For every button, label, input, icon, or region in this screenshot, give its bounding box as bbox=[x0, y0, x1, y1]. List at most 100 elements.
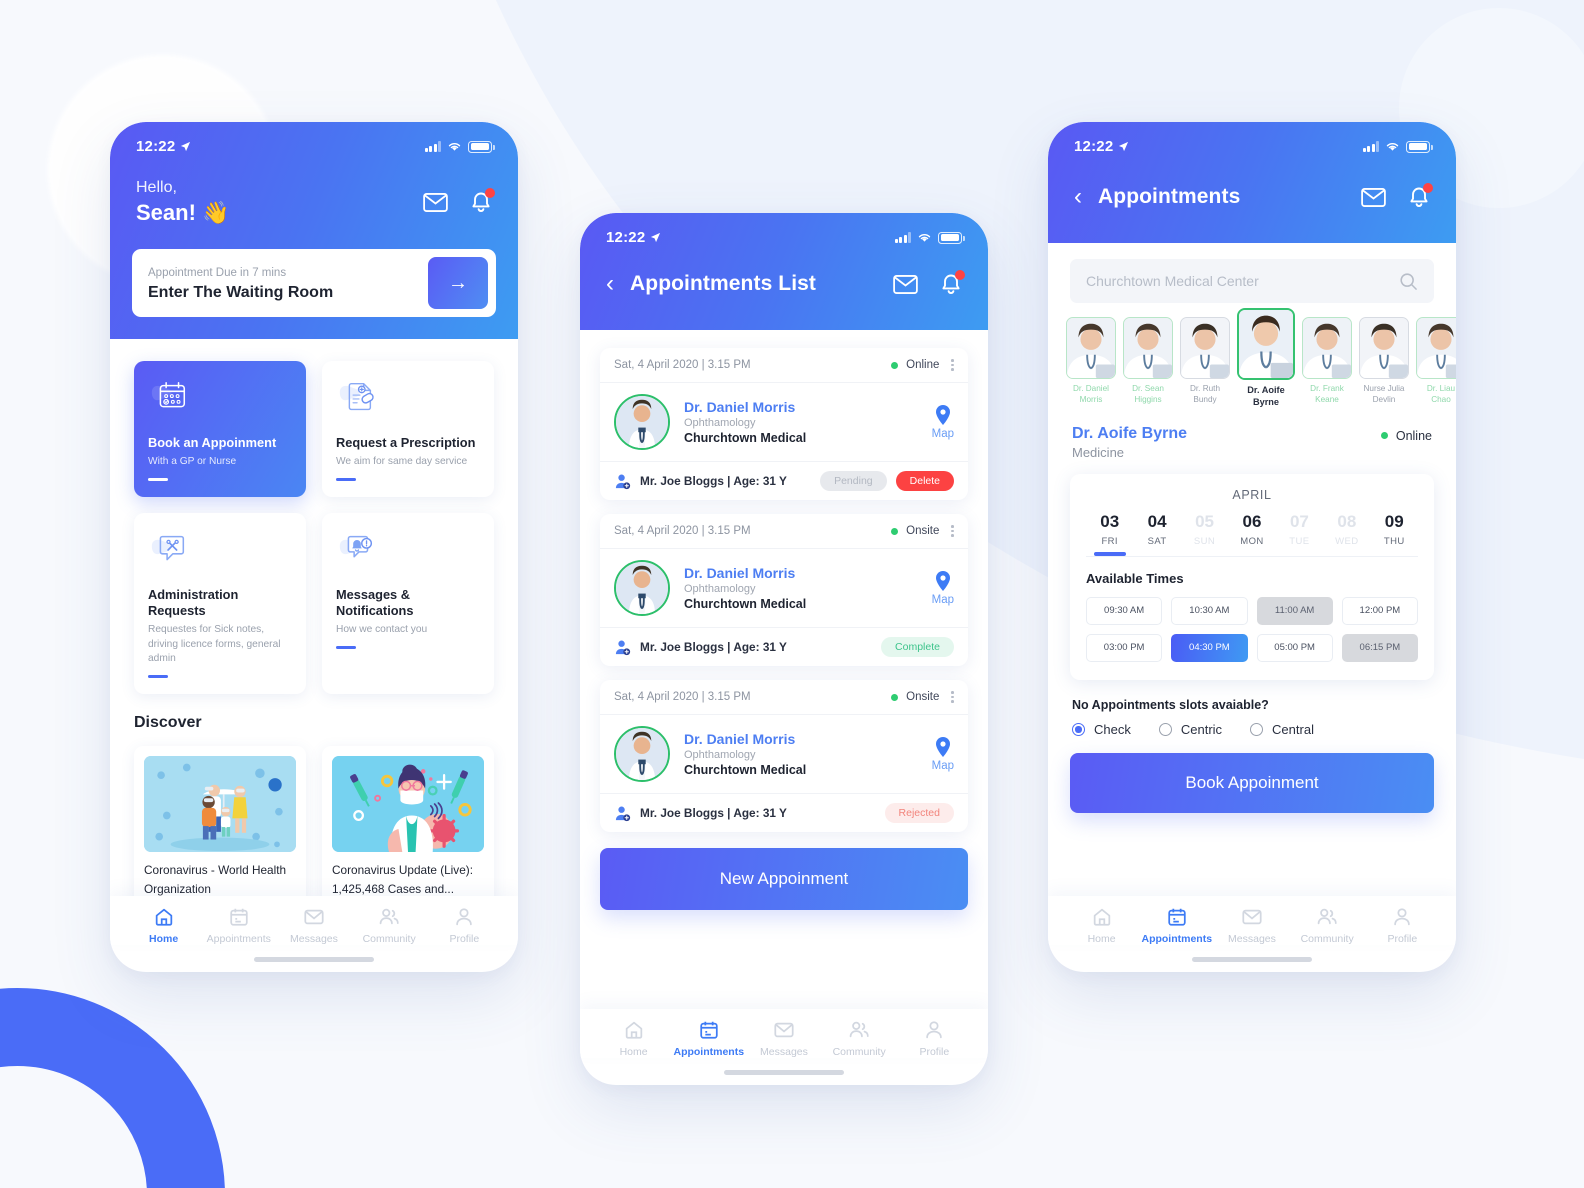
calendar-day[interactable]: 09 THU bbox=[1371, 512, 1418, 556]
time-slot[interactable]: 10:30 AM bbox=[1171, 596, 1248, 625]
mail-icon[interactable] bbox=[423, 192, 448, 212]
appointment-card[interactable]: Sat, 4 April 2020 | 3.15 PM Online Dr. D… bbox=[600, 348, 968, 500]
doctor-vaccine-illustration bbox=[332, 756, 484, 853]
tab-appointments[interactable]: Appointments bbox=[671, 1019, 746, 1058]
doctor-item[interactable]: Dr. Daniel Morris bbox=[1066, 317, 1116, 405]
search-bar[interactable] bbox=[1070, 259, 1434, 303]
time-slot[interactable]: 05:00 PM bbox=[1256, 633, 1333, 662]
calendar-day[interactable]: 06 MON bbox=[1228, 512, 1275, 556]
discover-card-title: Coronavirus Update (Live): 1,425,468 Cas… bbox=[332, 863, 473, 896]
calendar-day[interactable]: 03 FRI bbox=[1086, 512, 1133, 556]
tab-community[interactable]: Community bbox=[352, 906, 427, 945]
radio-circle-icon bbox=[1250, 722, 1264, 736]
back-button[interactable]: ‹ bbox=[606, 272, 614, 296]
delete-button[interactable]: Delete bbox=[895, 471, 954, 491]
radio-centric[interactable]: Centric bbox=[1158, 722, 1222, 737]
time-slot[interactable]: 12:00 PM bbox=[1341, 596, 1418, 625]
waiting-room-card[interactable]: Appointment Due in 7 mins Enter The Wait… bbox=[132, 249, 496, 318]
bell-icon[interactable] bbox=[940, 269, 965, 296]
tab-home[interactable]: Home bbox=[1064, 906, 1139, 945]
doctor-item[interactable]: Dr. Sean Higgins bbox=[1123, 317, 1173, 405]
tab-appointments[interactable]: Appointments bbox=[201, 906, 276, 945]
tab-community[interactable]: Community bbox=[822, 1019, 897, 1058]
more-options-icon[interactable] bbox=[947, 691, 954, 703]
discover-card-live-update[interactable]: Coronavirus Update (Live): 1,425,468 Cas… bbox=[322, 746, 494, 896]
tab-messages[interactable]: Messages bbox=[276, 906, 351, 945]
day-name: SAT bbox=[1147, 535, 1167, 547]
time-slot[interactable]: 03:00 PM bbox=[1086, 633, 1163, 662]
calendar-day[interactable]: 04 SAT bbox=[1133, 512, 1180, 556]
people-icon bbox=[849, 1021, 869, 1038]
tab-profile[interactable]: Profile bbox=[427, 906, 502, 945]
envelope-icon bbox=[1242, 909, 1262, 925]
tile-title: Messages & Notifications bbox=[336, 586, 414, 618]
tab-home[interactable]: Home bbox=[596, 1019, 671, 1058]
tab-community[interactable]: Community bbox=[1290, 906, 1365, 945]
status-badge: Rejected bbox=[884, 803, 954, 823]
tab-appointments[interactable]: Appointments bbox=[1139, 906, 1214, 945]
home-indicator bbox=[254, 957, 374, 962]
tile-subtitle: Requestes for Sick notes, driving licenc… bbox=[148, 623, 281, 665]
mail-icon[interactable] bbox=[1361, 187, 1386, 207]
arrow-right-icon: → bbox=[448, 271, 468, 294]
tab-label: Profile bbox=[449, 933, 480, 945]
doctor-item[interactable]: Nurse Julia Devlin bbox=[1359, 317, 1409, 405]
bell-icon[interactable] bbox=[1408, 182, 1433, 209]
search-icon[interactable] bbox=[1399, 272, 1418, 291]
radio-check[interactable]: Check bbox=[1072, 722, 1131, 737]
person-icon bbox=[1394, 908, 1411, 926]
doctor-item[interactable]: Dr. Ruth Bundy bbox=[1180, 317, 1230, 405]
tile-subtitle: How we contact you bbox=[336, 623, 428, 635]
doctor-specialty: Ophthamology bbox=[684, 583, 756, 595]
enter-waiting-room-button[interactable]: → bbox=[428, 257, 488, 310]
tab-home[interactable]: Home bbox=[126, 906, 201, 945]
discover-card-who[interactable]: Coronavirus - World Health Organization bbox=[134, 746, 306, 896]
bell-icon[interactable] bbox=[470, 187, 495, 214]
book-appointment-button[interactable]: Book Appoinment bbox=[1070, 752, 1434, 813]
person-icon bbox=[456, 908, 473, 926]
doctor-item-selected[interactable]: Dr. Aoife Byrne bbox=[1237, 308, 1295, 409]
tab-profile[interactable]: Profile bbox=[897, 1019, 972, 1058]
tile-request-prescription[interactable]: Request a Prescription We aim for same d… bbox=[322, 361, 494, 497]
radio-central[interactable]: Central bbox=[1250, 722, 1314, 737]
appointment-card[interactable]: Sat, 4 April 2020 | 3.15 PM Onsite Dr. D… bbox=[600, 514, 968, 666]
doctor-name[interactable]: Dr. Daniel Morris bbox=[684, 565, 918, 581]
time-slot-selected[interactable]: 04:30 PM bbox=[1171, 633, 1248, 662]
time-slot[interactable]: 09:30 AM bbox=[1086, 596, 1163, 625]
tile-messages-notifications[interactable]: Messages & Notifications How we contact … bbox=[322, 512, 494, 695]
doctor-item[interactable]: Dr. Frank Keane bbox=[1302, 317, 1352, 405]
map-button[interactable]: Map bbox=[932, 404, 954, 440]
back-button[interactable]: ‹ bbox=[1074, 185, 1082, 209]
more-options-icon[interactable] bbox=[947, 525, 954, 537]
phone-book-appointment-screen: 12:22 ‹ Appointments Churchtown Medical … bbox=[1048, 122, 1456, 972]
new-appointment-button[interactable]: New Appoinment bbox=[600, 848, 968, 910]
calendar-card: APRIL 03 FRI 04 SAT 05 SUN 06 MON 07 TUE… bbox=[1070, 473, 1434, 680]
waiting-room-title: Enter The Waiting Room bbox=[148, 283, 334, 301]
tab-messages[interactable]: Messages bbox=[746, 1019, 821, 1058]
map-button[interactable]: Map bbox=[932, 570, 954, 606]
tile-subtitle: With a GP or Nurse bbox=[148, 456, 237, 468]
mail-icon[interactable] bbox=[893, 274, 918, 294]
tile-book-appointment[interactable]: Book an Appoinment With a GP or Nurse bbox=[134, 361, 306, 497]
calendar-day: 05 SUN bbox=[1181, 512, 1228, 556]
map-button[interactable]: Map bbox=[932, 736, 954, 772]
home-body: Book an Appoinment With a GP or Nurse Re… bbox=[110, 339, 518, 896]
search-input[interactable] bbox=[1086, 273, 1389, 289]
calendar-check-icon bbox=[148, 377, 292, 421]
prescription-icon bbox=[336, 377, 480, 421]
doctor-item[interactable]: Dr. Liau Chao bbox=[1416, 317, 1456, 405]
tab-messages[interactable]: Messages bbox=[1214, 906, 1289, 945]
doctor-name[interactable]: Dr. Daniel Morris bbox=[684, 399, 918, 415]
status-bar: 12:22 bbox=[1048, 122, 1456, 155]
doctor-carousel[interactable]: Dr. Daniel Morris Dr. Sean Higgins Dr. R… bbox=[1048, 303, 1456, 409]
doctor-name[interactable]: Dr. Daniel Morris bbox=[684, 731, 918, 747]
tile-administration-requests[interactable]: Administration Requests Requestes for Si… bbox=[134, 512, 306, 695]
bottom-tab-bar: Home Appointments Messages Community Pro… bbox=[1048, 896, 1456, 945]
tab-label: Appointments bbox=[206, 933, 271, 945]
selected-doctor-name[interactable]: Dr. Aoife Byrne bbox=[1072, 425, 1187, 443]
more-options-icon[interactable] bbox=[947, 359, 954, 371]
battery-icon bbox=[938, 231, 965, 244]
phone-appointments-list-screen: 12:22 ‹ Appointments List Sat, 4 April 2… bbox=[580, 213, 988, 1085]
appointment-card[interactable]: Sat, 4 April 2020 | 3.15 PM Onsite Dr. D… bbox=[600, 680, 968, 832]
tab-profile[interactable]: Profile bbox=[1365, 906, 1440, 945]
